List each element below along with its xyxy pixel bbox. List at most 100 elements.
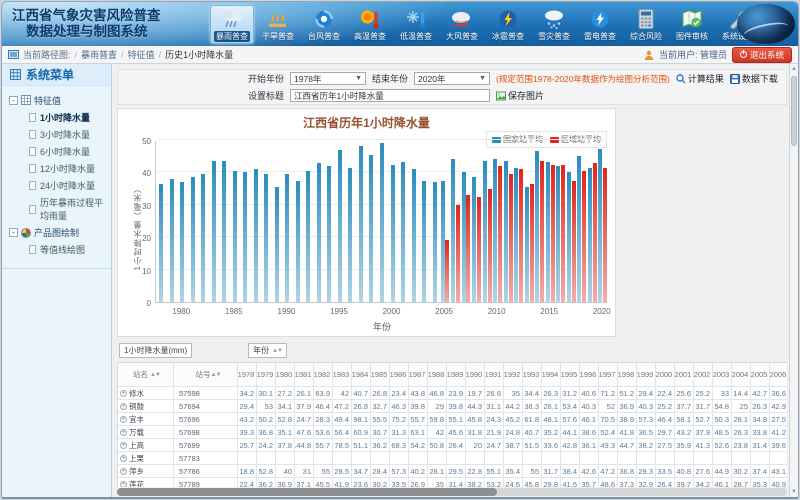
expand-row-icon[interactable]: + — [120, 468, 127, 475]
tree-group-products[interactable]: -产品图绘制 — [2, 224, 111, 241]
toolbar-item-typhoon[interactable]: 台风普查 — [302, 5, 346, 44]
value-cell: 40.7 — [523, 426, 542, 439]
value-cell: 44.7 — [618, 439, 637, 452]
bar-1985 — [233, 171, 237, 302]
table-row: +修水5759834.230.127.226.163.94240.726.823… — [118, 387, 787, 400]
expand-row-icon[interactable]: + — [120, 403, 127, 410]
tree-item[interactable]: 3小时降水量 — [2, 126, 111, 143]
bar-1979 — [170, 179, 174, 302]
tree-toggle-icon[interactable]: - — [9, 96, 18, 105]
expand-row-icon[interactable]: + — [120, 442, 127, 449]
toolbar-item-heat[interactable]: 高温普查 — [348, 5, 392, 44]
tree-item[interactable]: 12小时降水量 — [2, 160, 111, 177]
toolbar-item-lightning[interactable]: 雷电普查 — [578, 5, 622, 44]
value-cell: 31 — [295, 465, 314, 478]
bar-2006 — [456, 205, 460, 302]
value-cell — [466, 452, 485, 465]
scroll-up-icon[interactable]: ▲ — [790, 66, 798, 72]
breadcrumb-item[interactable]: 暴雨普查 — [81, 50, 117, 60]
value-cell: 37.3 — [618, 478, 637, 487]
expand-row-icon[interactable]: + — [120, 390, 127, 397]
toolbar-item-wind[interactable]: 大风普查 — [440, 5, 484, 44]
breadcrumb-item[interactable]: 历史1小时降水量 — [165, 50, 233, 60]
sort-arrows-icon[interactable]: ▲▼ — [150, 372, 160, 378]
expand-row-icon[interactable]: + — [120, 481, 127, 488]
chart-title-input[interactable] — [290, 89, 490, 102]
bar-2016 — [556, 166, 560, 302]
value-cell: 47.6 — [295, 426, 314, 439]
tree-item[interactable]: 24小时降水量 — [2, 177, 111, 194]
save-image-button[interactable]: 保存图片 — [496, 89, 544, 102]
value-cell: 28.1 — [732, 413, 751, 426]
bar-2009 — [483, 161, 487, 302]
tree-group-features[interactable]: -特征值 — [2, 92, 111, 109]
grid-icon — [21, 95, 31, 107]
value-cell: 52 — [599, 400, 618, 413]
tree-item[interactable]: 1小时降水量 — [2, 109, 111, 126]
tree-toggle-icon[interactable]: - — [9, 228, 18, 237]
calc-result-button[interactable]: 计算结果 — [676, 72, 724, 85]
value-cell — [618, 452, 637, 465]
value-cell: 35.1 — [276, 426, 295, 439]
scroll-down-icon[interactable]: ▼ — [790, 489, 798, 495]
column-header-year: 2002 — [694, 363, 713, 387]
value-cell: 43.2 — [238, 413, 257, 426]
tree-item[interactable]: 6小时降水量 — [2, 143, 111, 160]
bar-2020 — [603, 168, 607, 302]
value-cell: 39.8 — [409, 400, 428, 413]
expand-row-icon[interactable]: + — [120, 455, 127, 462]
sort-arrows-icon[interactable]: ▲▼ — [272, 348, 282, 354]
table-year-sort-box[interactable]: 年份▲▼ — [248, 343, 287, 358]
sort-arrows-icon[interactable]: ▲▼ — [211, 372, 221, 378]
value-cell: 36.9 — [618, 400, 637, 413]
vertical-scrollbar[interactable]: ▲ ▼ — [789, 64, 798, 497]
horizontal-scrollbar-thumb[interactable] — [117, 488, 497, 496]
value-cell: 57.6 — [561, 413, 580, 426]
value-cell: 45.8 — [523, 478, 542, 487]
column-header-year: 1998 — [618, 363, 637, 387]
y-tick-label: 20 — [125, 234, 151, 243]
toolbar-item-snow[interactable]: 雪灾普查 — [532, 5, 576, 44]
toolbar-item-rain[interactable]: 暴雨普查 — [210, 5, 254, 44]
start-year-select[interactable]: 1978年▼ — [290, 72, 366, 85]
value-cell: 33.5 — [390, 478, 409, 487]
tree-item[interactable]: 历年暴雨过程平均雨量 — [2, 194, 111, 224]
image-icon — [496, 91, 506, 101]
toolbar-item-drought[interactable]: 干旱普查 — [256, 5, 300, 44]
value-cell: 63.9 — [314, 387, 333, 400]
value-cell: 33.5 — [656, 465, 675, 478]
toolbar-item-risk[interactable]: 综合风险 — [624, 5, 668, 44]
x-tick-label: 1995 — [330, 307, 348, 316]
column-header-year: 1982 — [314, 363, 333, 387]
logout-button[interactable]: 退出系统 — [732, 47, 792, 63]
tree-item-label: 24小时降水量 — [40, 179, 95, 192]
value-cell: 78.5 — [333, 439, 352, 452]
column-header-station-name[interactable]: 站名▲▼ — [118, 363, 174, 387]
value-cell: 26.4 — [447, 439, 466, 452]
value-cell: 42.6 — [580, 465, 599, 478]
station-name-cell: +上栗 — [118, 452, 174, 465]
toolbar-item-cold[interactable]: 低温普查 — [394, 5, 438, 44]
value-cell: 36.2 — [371, 439, 390, 452]
value-cell: 43.1 — [770, 465, 787, 478]
value-cell: 37.4 — [751, 465, 770, 478]
breadcrumb-item[interactable]: 特征值 — [128, 50, 155, 60]
data-download-button[interactable]: 数据下载 — [730, 72, 778, 85]
toolbar-item-hail[interactable]: 冰雹普查 — [486, 5, 530, 44]
value-cell: 27.6 — [694, 465, 713, 478]
column-header-station-id[interactable]: 站号▲▼ — [174, 363, 238, 387]
horizontal-scrollbar[interactable] — [117, 488, 787, 496]
bar-2012 — [519, 169, 523, 302]
tree-item[interactable]: 等值线绘图 — [2, 241, 111, 258]
toolbar-item-review[interactable]: 图件审核 — [670, 5, 714, 44]
value-cell: 41.9 — [333, 478, 352, 487]
expand-row-icon[interactable]: + — [120, 416, 127, 423]
x-tick-label: 1990 — [277, 307, 295, 316]
value-cell: 24.6 — [504, 478, 523, 487]
value-cell: 34.1 — [276, 400, 295, 413]
end-year-select[interactable]: 2020年▼ — [414, 72, 490, 85]
expand-row-icon[interactable]: + — [120, 429, 127, 436]
value-cell: 42 — [333, 387, 352, 400]
vertical-scrollbar-thumb[interactable] — [791, 76, 797, 146]
power-icon — [740, 51, 747, 58]
